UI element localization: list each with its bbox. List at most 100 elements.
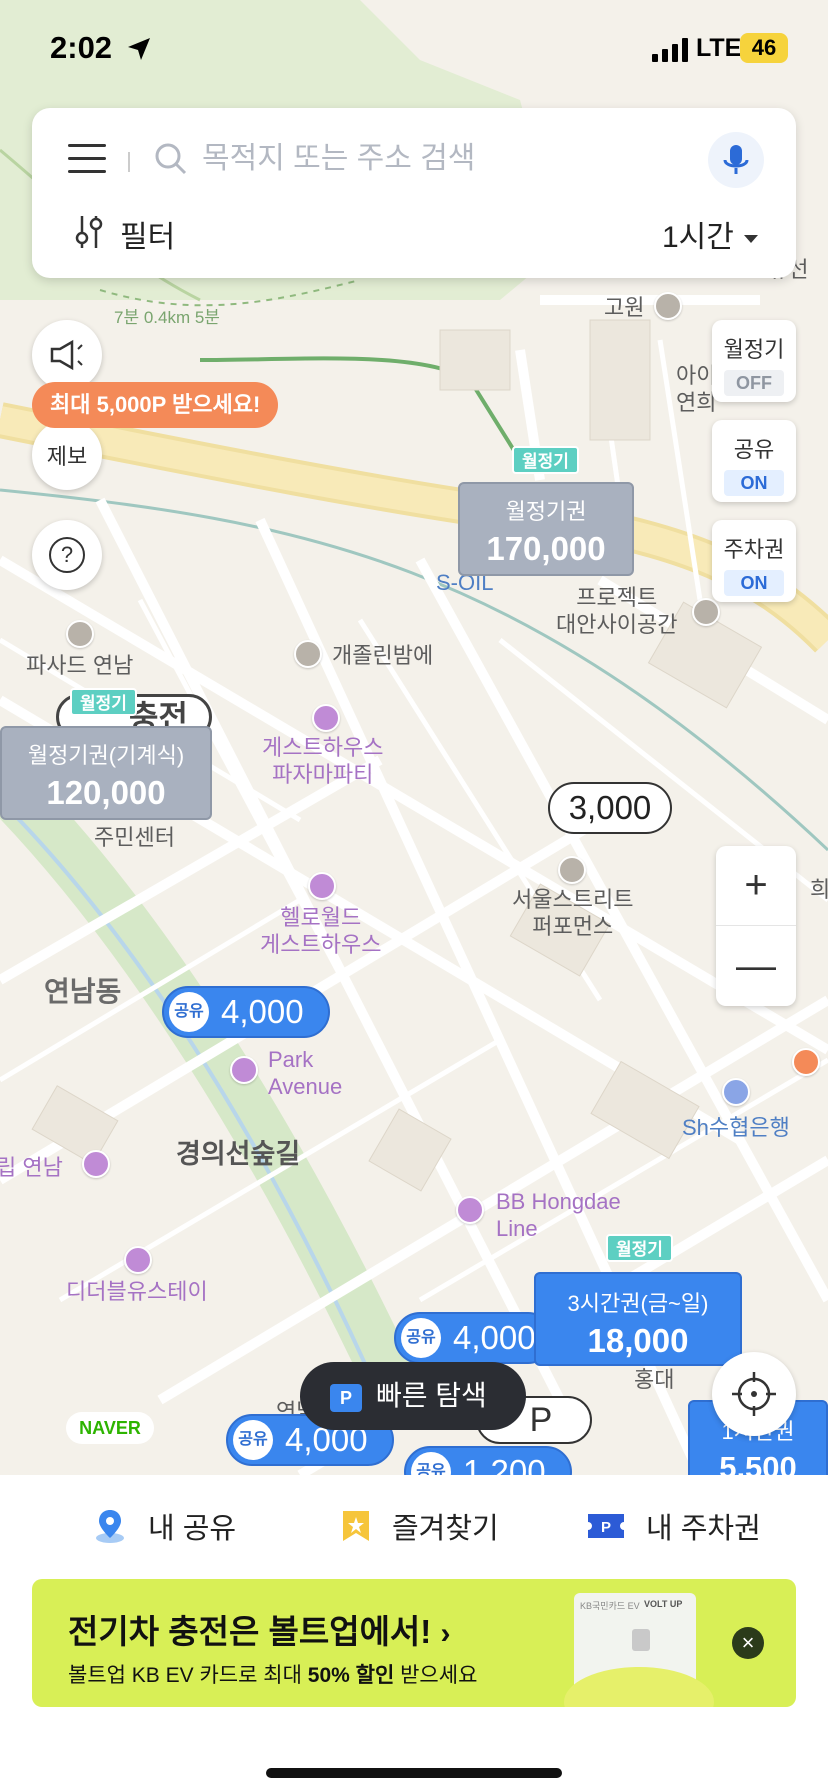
network-type: LTE [696,34,742,62]
guesthouse-icon [230,1056,258,1084]
bank-icon [722,1078,750,1106]
naver-logo: NAVER [66,1412,154,1444]
fast-search-button[interactable]: P 빠른 탐색 [300,1362,526,1430]
ad-banner[interactable]: 전기차 충전은 볼트업에서! › 볼트업 KB EV 카드로 최대 50% 할인… [32,1579,796,1707]
search-card: 필터 1시간 [32,108,796,278]
toggle-ticket[interactable]: 주차권 ON [712,520,796,602]
duration-select[interactable]: 1시간 [662,212,758,256]
banner-sub-bold: 50% 할인 [307,1664,395,1687]
poi-the-bless: 디더블유스테이 [66,1279,208,1304]
tab-label: 내 공유 [148,1513,237,1545]
poi-ah: 아이 연희 [676,363,717,415]
status-time: 2:02 [50,30,113,65]
marker-price: 5,500 [719,1450,797,1475]
poi-icon [654,292,682,320]
poi-park-avenue: Park Avenue [268,1047,343,1099]
card-brand: VOLT UP [644,1599,683,1609]
share-badge: 공유 [411,1452,451,1475]
marker-title: 월정기권(기계식) [27,743,185,768]
marker-price: 120,000 [46,774,166,811]
search-icon [155,143,187,175]
divider [128,152,130,172]
fast-search-label: 빠른 탐색 [376,1380,487,1411]
location-arrow-icon [128,38,150,60]
poi-reop: 립 연남 [0,1155,63,1180]
status-bar: 2:02 LTE 46 [0,0,828,96]
filter-button[interactable]: 필터 [120,212,175,256]
tab-label: 내 주차권 [646,1513,761,1545]
poi-icon [558,856,586,884]
cafe-icon [792,1048,820,1076]
parking-marker-price[interactable]: 3,000 [548,782,672,834]
share-price: 4,000 [221,993,304,1030]
duration-value: 1시간 [662,221,734,254]
toggle-state: ON [724,570,784,596]
street-gyeongui: 경의선숲길 [176,1139,301,1169]
poi-bb-hongdae: BB Hongdae Line [496,1189,621,1241]
poi-goweon: 고원 [604,295,645,320]
banner-sub-pre: 볼트업 KB EV 카드로 최대 [68,1664,308,1687]
guesthouse-icon [456,1196,484,1224]
parking-marker-monthly[interactable]: 월정기권 170,000 [458,482,634,576]
parking-marker-monthly-mech[interactable]: 월정기권(기계식) 120,000 [0,726,212,820]
toggle-share[interactable]: 공유 ON [712,420,796,502]
promo-bubble[interactable]: 최대 5,000P 받으세요! [32,382,279,428]
toggle-state: ON [724,470,784,496]
tab-favorites[interactable]: 즐겨찾기 [340,1505,499,1547]
toggle-label: 공유 [733,437,775,462]
banner-subtitle: 볼트업 KB EV 카드로 최대 50% 할인 받으세요 [68,1659,477,1689]
poi-pasad: 파사드 연남 [26,653,134,678]
monthly-tag: 월정기 [606,1234,673,1262]
guesthouse-icon [124,1246,152,1274]
chevron-right-icon: › [440,1617,451,1650]
svg-text:P: P [601,1519,611,1536]
close-icon[interactable]: × [732,1627,764,1659]
help-button[interactable]: ? [32,520,102,590]
poi-community: 주민센터 [94,825,175,850]
share-badge: 공유 [233,1420,273,1460]
zoom-control: + — [716,846,796,1006]
area-yeonnam: 연남동 [44,976,122,1007]
voice-search-button[interactable] [708,132,764,188]
share-marker[interactable]: 공유 4,000 [162,986,330,1038]
report-button[interactable]: 제보 [32,420,102,490]
guesthouse-icon [82,1150,110,1178]
search-input[interactable] [202,138,702,180]
toggle-monthly[interactable]: 월정기 OFF [712,320,796,402]
card-chip [632,1629,650,1651]
toggle-state: OFF [724,370,784,396]
share-marker[interactable]: 공유 4,000 [394,1312,554,1364]
banner-sub-post: 받으세요 [394,1664,478,1687]
poi-icon [294,640,322,668]
bottom-panel: 내 공유 즐겨찾기 P 내 주차권 전기차 충전은 볼트업에서! › 볼트업 K… [0,1475,828,1792]
home-indicator [266,1768,562,1778]
zoom-out-button[interactable]: — [716,926,796,1006]
share-price: 1,200 [463,1453,546,1475]
bottom-tabs: 내 공유 즐겨찾기 P 내 주차권 [0,1475,828,1579]
current-location-button[interactable] [712,1352,796,1436]
guesthouse-icon [308,872,336,900]
parking-marker-3h[interactable]: 3시간권(금~일) 18,000 [534,1272,742,1366]
banner-title-text: 전기차 충전은 볼트업에서! [68,1613,432,1650]
speaker-button[interactable] [32,320,102,390]
toggle-label: 월정기 [723,337,785,362]
share-marker[interactable]: 공유 1,200 [404,1446,572,1475]
bookmark-star-icon [343,1511,369,1541]
zoom-in-button[interactable]: + [716,846,796,926]
poi-sh-bank: Sh수협은행 [682,1115,790,1140]
chevron-down-icon [743,235,758,244]
poi-gaejol: 개졸린밤에 [332,643,434,668]
marker-title: 월정기권 [505,499,587,524]
trail-label: 7분 0.4km 5분 [114,308,220,327]
menu-icon[interactable] [68,144,106,174]
signal-icon [652,38,688,62]
report-label: 제보 [46,444,88,469]
guesthouse-icon [312,704,340,732]
tab-my-share[interactable]: 내 공유 [92,1505,236,1547]
marker-price: 18,000 [587,1322,689,1359]
monthly-tag: 월정기 [70,688,137,716]
filter-icon[interactable] [74,214,104,250]
poi-project: 프로젝트 대안사이공간 [556,585,678,637]
poi-icon [692,598,720,626]
tab-my-ticket[interactable]: P 내 주차권 [586,1505,761,1547]
